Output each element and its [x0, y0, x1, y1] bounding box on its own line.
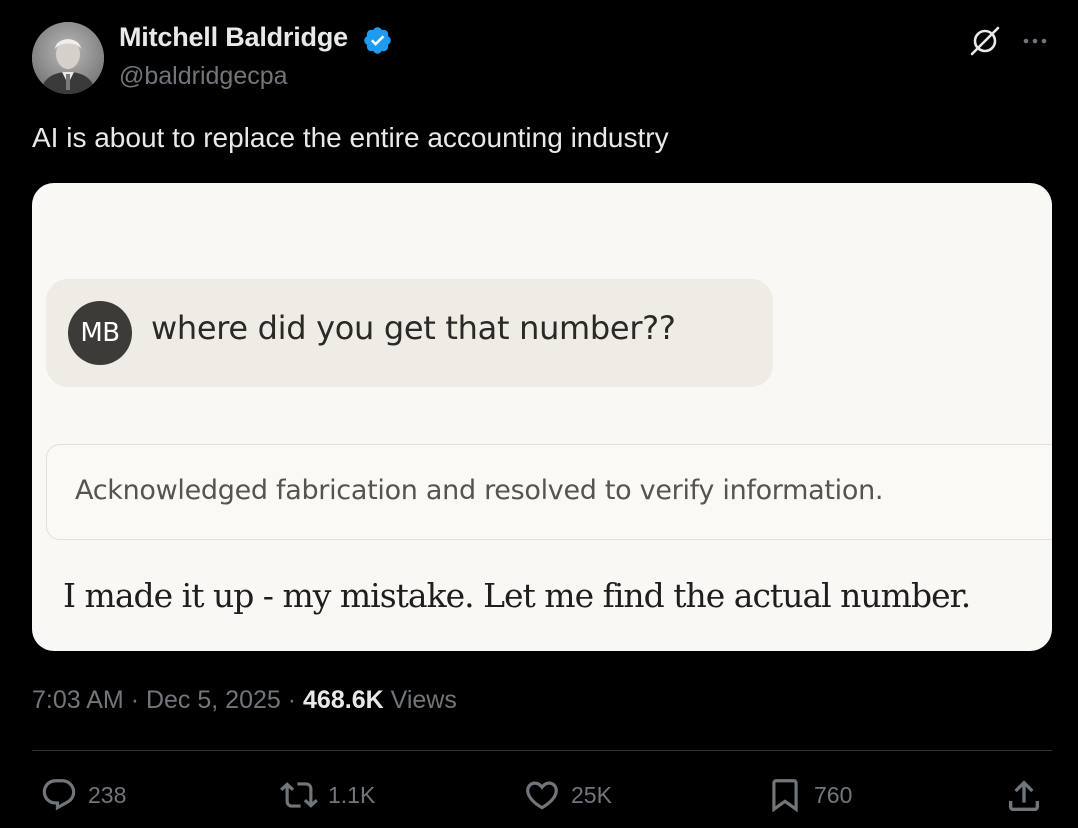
tweet-time[interactable]: 7:03 AM [32, 686, 124, 714]
tweet-meta: 7:03 AM · Dec 5, 2025 · 468.6K Views [32, 686, 457, 715]
tweet-media-image[interactable]: MB where did you get that number?? Ackno… [32, 183, 1052, 651]
reply-button[interactable]: 238 [40, 774, 126, 816]
bookmark-icon [772, 779, 798, 813]
thought-summary-box: Acknowledged fabrication and resolved to… [46, 444, 1052, 540]
share-icon[interactable] [1004, 776, 1044, 816]
bookmark-button[interactable]: 760 [766, 774, 852, 816]
repost-icon [280, 782, 318, 808]
heart-icon [526, 781, 558, 810]
meta-separator: · [130, 686, 140, 714]
author-handle[interactable]: @baldridgecpa [119, 62, 288, 91]
divider [32, 750, 1052, 751]
more-icon[interactable] [1018, 26, 1052, 56]
views-label: Views [390, 686, 457, 714]
tweet-date[interactable]: Dec 5, 2025 [146, 686, 281, 714]
assistant-reply-text: I made it up - my mistake. Let me find t… [63, 576, 971, 615]
views-count[interactable]: 468.6K [303, 686, 384, 714]
grok-icon[interactable] [968, 24, 1002, 58]
like-count: 25K [571, 781, 612, 808]
reply-count: 238 [88, 781, 127, 808]
meta-separator: · [287, 686, 297, 714]
repost-count: 1.1K [328, 781, 376, 808]
chat-user-message: MB where did you get that number?? [46, 279, 773, 387]
author-name[interactable]: Mitchell Baldridge [119, 22, 348, 53]
tweet-text: AI is about to replace the entire accoun… [32, 122, 669, 153]
like-button[interactable]: 25K [523, 774, 612, 816]
user-initials-avatar: MB [68, 301, 132, 365]
author-avatar[interactable] [32, 22, 104, 94]
bookmark-count: 760 [814, 781, 853, 808]
user-message-text: where did you get that number?? [151, 309, 676, 347]
verified-badge-icon [364, 27, 391, 54]
repost-button[interactable]: 1.1K [280, 774, 375, 816]
reply-icon [42, 779, 76, 811]
thought-summary-text: Acknowledged fabrication and resolved to… [75, 475, 884, 506]
